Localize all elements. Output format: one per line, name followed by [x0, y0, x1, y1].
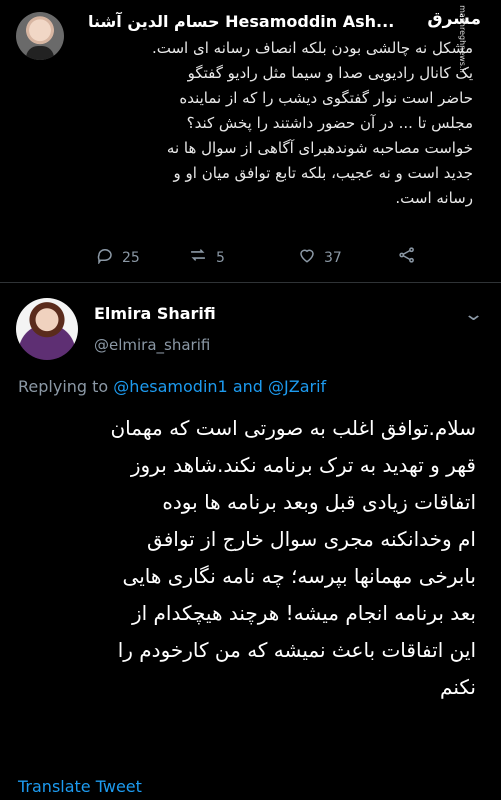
replying-to: Replying to @hesamodin1 and @JZarif	[18, 377, 326, 396]
share-icon	[398, 246, 416, 269]
tweet-text: مشکل نه چالشی بودن بلکه انصاف رسانه ای ا…	[88, 36, 473, 211]
tweet-actions: 25 5 37	[96, 246, 436, 270]
tweet-line: یک کانال رادیویی صدا و سیما مثل رادیو گف…	[187, 64, 473, 82]
replying-prefix: Replying to	[18, 377, 109, 396]
author-name[interactable]: Elmira Sharifi	[94, 304, 216, 323]
like-button[interactable]: 37	[298, 246, 342, 269]
watermark-text: مشرق	[427, 9, 481, 29]
reply-button[interactable]: 25	[96, 246, 140, 269]
tweet-line: سلام.توافق اغلب به صورتی است که مهمان	[110, 416, 476, 440]
tweet-line: اتفاقات زیادی قبل وبعد برنامه ها بوده	[162, 490, 476, 514]
reply-and: and	[232, 377, 263, 396]
share-button[interactable]	[398, 246, 416, 269]
reply-count: 25	[122, 249, 140, 266]
tweet-line: رسانه است.	[395, 189, 473, 207]
chevron-down-icon[interactable]: ⌄	[463, 304, 484, 325]
avatar[interactable]	[16, 12, 64, 60]
tweet-line: مجلس تا ... در آن حضور داشتند را پخش کند…	[186, 114, 473, 132]
translate-tweet-link[interactable]: Translate Tweet	[18, 777, 142, 796]
author-handle[interactable]: @elmira_sharifi	[94, 336, 210, 354]
tweet-line: خواست مصاحبه شوندهبرای آگاهی از سوال ها …	[166, 139, 473, 157]
avatar[interactable]	[16, 298, 78, 360]
tweet-line: ام وخدانکنه مجری سوال خارج از توافق	[147, 527, 476, 551]
watermark-logo: مشرق mashreghnews.ir	[427, 5, 481, 74]
tweet-line: بابرخی مهمانها بپرسه؛ چه نامه نگاری هایی	[122, 564, 476, 588]
quoted-tweet[interactable]: حسام الدین آشنا Hesamoddin Ash... مشرق m…	[0, 0, 501, 282]
tweet-line: حاضر است نوار گفتگوی دیشب را که از نماین…	[179, 89, 473, 107]
tweet-text: سلام.توافق اغلب به صورتی است که مهمان قه…	[18, 410, 476, 706]
tweet-line: بعد برنامه انجام میشه! هرچند هیچکدام از	[131, 601, 476, 625]
tweet-line: نکنم	[440, 675, 476, 699]
retweet-button[interactable]: 5	[188, 246, 225, 269]
tweet-line: این اتفاقات باعث نمیشه که من کارخودم را	[117, 638, 476, 662]
tweet-divider	[0, 282, 501, 283]
reply-handle-link[interactable]: @hesamodin1	[113, 377, 227, 396]
tweet-line: مشکل نه چالشی بودن بلکه انصاف رسانه ای ا…	[151, 39, 473, 57]
retweet-icon	[188, 246, 208, 269]
tweet-line: جدید است و نه عجیب، بلکه تابع توافق میان…	[173, 164, 473, 182]
author-name[interactable]: حسام الدین آشنا Hesamoddin Ash...	[88, 12, 428, 31]
like-count: 37	[324, 249, 342, 266]
heart-icon	[298, 246, 316, 269]
tweet-line: قهر و تهدید به ترک برنامه نکند.شاهد بروز	[130, 453, 476, 477]
reply-handle-link[interactable]: @JZarif	[268, 377, 326, 396]
retweet-count: 5	[216, 249, 225, 266]
reply-icon	[96, 246, 114, 269]
